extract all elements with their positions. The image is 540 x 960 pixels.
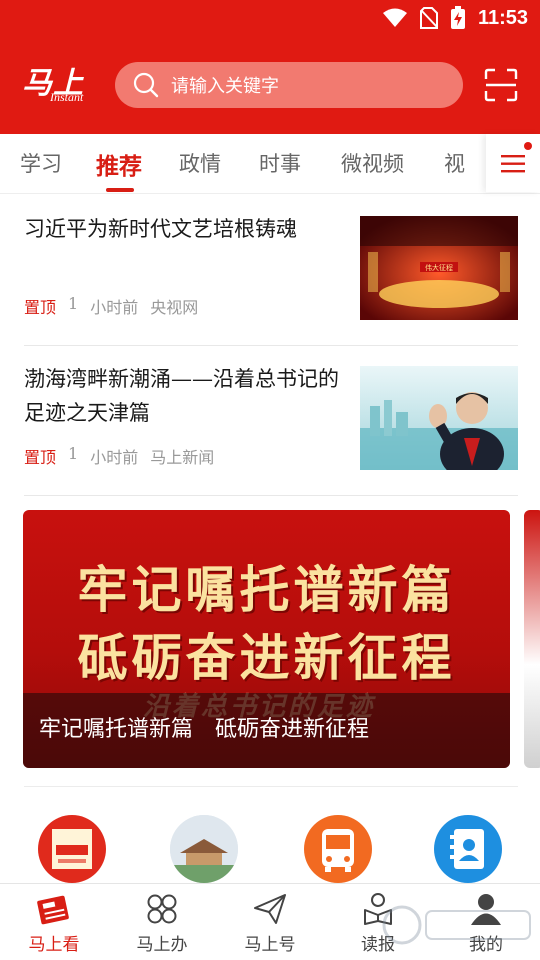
search-input[interactable]: 请输入关键字 [115,62,463,108]
tab-tuijian[interactable]: 推荐 [96,147,142,181]
thumb-stage-text: 伟大征程 [425,263,453,272]
scan-icon[interactable] [484,68,518,102]
banner-headline-1: 牢记嘱托谱新篇 [77,561,456,619]
pavilion-photo-icon[interactable] [170,815,238,883]
feature-banner[interactable]: 牢记嘱托谱新篇 砥砺奋进新征程 沿着总书记的足迹 牢记嘱托谱新篇 砥砺奋进新征程 [23,510,510,768]
status-bar: 11:53 [0,0,540,36]
news-meta: 置顶 1 小时前 马上新闻 [24,444,214,468]
wifi-icon [382,8,407,27]
banner-headline-2: 砥砺奋进新征程 [77,629,456,687]
no-sim-icon [419,7,438,29]
menu-icon [501,155,525,173]
pinned-badge: 置顶 [24,298,57,317]
city-portrait-image [360,366,518,470]
pinned-badge: 置顶 [24,448,57,467]
news-time: 小时前 [90,448,139,467]
tab-zhengqing[interactable]: 政情 [179,148,221,178]
tab-xuexi[interactable]: 学习 [20,148,62,178]
bus-icon[interactable] [304,815,372,883]
nav-label: 马上办 [136,935,188,955]
news-source: 马上新闻 [150,448,215,467]
tabs-fade [470,134,486,192]
category-tabs: 学习 推荐 政情 时事 微视频 视 [0,134,540,194]
news-title: 习近平为新时代文艺培根铸魂 [24,217,297,241]
section-divider [24,786,518,787]
news-thumbnail: 伟大征程 [360,216,518,320]
news-item[interactable]: 渤海湾畔新潮涌——沿着总书记的足迹之天津篇 置顶 1 小时前 马上新闻 [24,346,518,496]
nav-mashanghao[interactable]: 马上号 [216,884,324,960]
news-thumbnail [360,366,518,470]
news-item[interactable]: 习近平为新时代文艺培根铸魂 置顶 1 小时前 央视网 伟大征程 [24,196,518,346]
download-site-watermark [382,905,531,945]
app-header: 11:53 马上 Instant 请输入关键字 [0,0,540,134]
search-icon [133,72,159,98]
nav-label: 马上看 [28,935,80,955]
tab-shishi[interactable]: 时事 [259,148,301,178]
gala-stage-image: 伟大征程 [360,216,518,320]
battery-charging-icon [450,6,465,29]
logo-subtext: Instant [50,90,84,104]
notification-dot [524,142,532,150]
mashangban-promo-icon[interactable] [38,815,106,883]
nav-mashangban[interactable]: 马上办 [108,884,216,960]
contacts-book-icon[interactable] [434,815,502,883]
news-source: 央视网 [150,298,199,317]
tab-weishipin[interactable]: 微视频 [341,148,404,178]
nav-label: 马上号 [244,935,296,955]
banner-caption: 牢记嘱托谱新篇 砥砺奋进新征程 [39,717,370,742]
nav-mashangkan[interactable]: 马上看 [0,884,108,960]
grid-clover-icon [147,894,177,924]
status-time: 11:53 [477,6,528,29]
app-logo: 马上 Instant [20,60,92,108]
news-comment-count: 1 [68,294,79,313]
app-bar: 马上 Instant 请输入关键字 [0,50,540,120]
next-banner-peek[interactable] [524,510,540,768]
news-time: 小时前 [90,298,139,317]
tab-shi[interactable]: 视 [444,148,465,178]
news-meta: 置顶 1 小时前 央视网 [24,294,198,318]
search-placeholder: 请输入关键字 [171,76,279,97]
tab-active-indicator [106,188,134,192]
news-comment-count: 1 [68,444,79,463]
paper-plane-icon [254,894,286,924]
channel-menu-button[interactable] [486,134,540,192]
news-title: 渤海湾畔新潮涌——沿着总书记的足迹之天津篇 [24,367,339,425]
newspaper-icon [37,895,69,925]
